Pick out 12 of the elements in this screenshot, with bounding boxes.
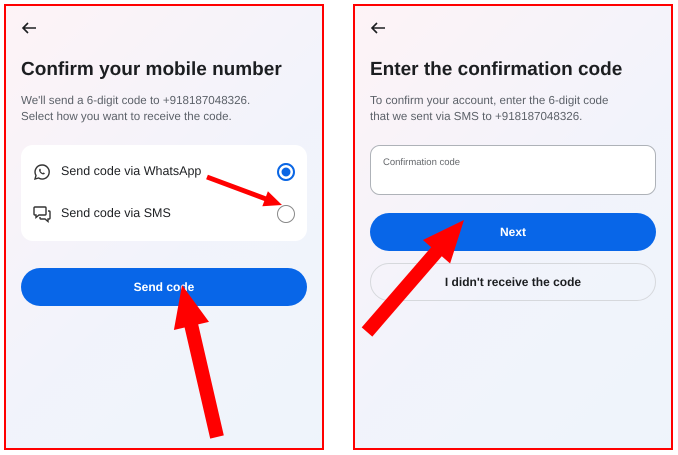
confirmation-code-field[interactable]: Confirmation code: [370, 144, 656, 194]
radio-button[interactable]: [277, 204, 295, 222]
description-text: To confirm your account, enter the 6-digit code that we sent via SMS to +918187048326.: [370, 92, 610, 124]
radio-button[interactable]: [277, 162, 295, 180]
primary-button[interactable]: Next: [370, 212, 656, 250]
description-text: We'll send a 6-digit code to +918187048326. Select how you want to receive the code.: [21, 92, 252, 124]
screen-title: Confirm your mobile number: [21, 58, 283, 82]
screen-title: Enter the confirmation code: [370, 58, 624, 82]
back-arrow-icon[interactable]: [370, 22, 386, 34]
chat-bubbles-icon: [33, 204, 51, 222]
back-arrow-icon[interactable]: [21, 22, 37, 34]
chat-bubble-phone-icon: [33, 162, 51, 180]
